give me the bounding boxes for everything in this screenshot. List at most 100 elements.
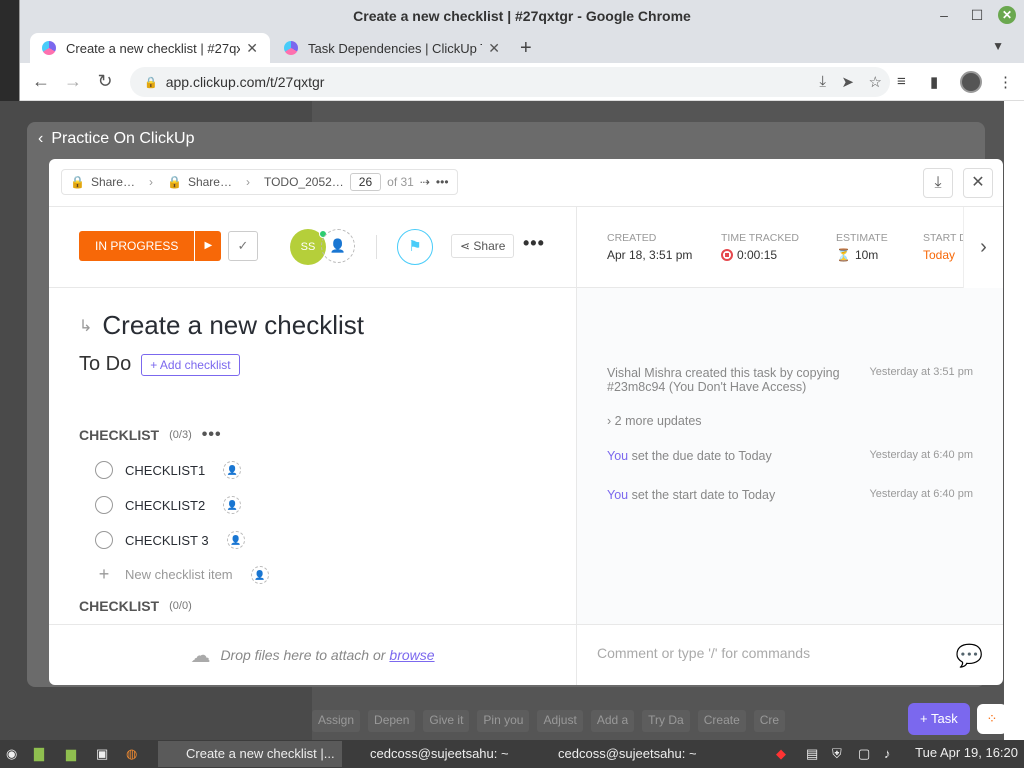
comment-placeholder[interactable]: Comment or type '/' for commands [597,645,810,661]
reload-icon[interactable]: ↻ [94,71,116,92]
breadcrumb-item[interactable]: TODO_2052… [264,175,344,189]
files-icon[interactable]: ▇ [34,743,44,765]
terminal-icon[interactable]: ▣ [96,743,108,765]
task-title[interactable]: ↳ Create a new checklist [79,310,364,341]
estimate-field[interactable]: ESTIMATE ⏳ 10m [836,232,888,262]
cloud-upload-icon: ☁ [190,644,211,667]
activity-user[interactable]: You [607,449,628,463]
add-assignee-icon[interactable]: 👤 [321,229,355,263]
assign-icon[interactable]: 👤 [223,461,242,479]
tray-item[interactable]: Add a [590,710,635,732]
new-checklist-item-input[interactable]: + New checklist item 👤 [95,564,269,585]
minimize-icon[interactable]: – [935,6,953,24]
assign-icon[interactable]: 👤 [226,531,245,549]
tray-item[interactable]: Give it [423,710,470,732]
send-icon[interactable]: ➤ [841,73,854,91]
tray-item[interactable]: Assign [312,710,361,732]
breadcrumb-item[interactable]: Share… [188,175,232,189]
checklist-item-label[interactable]: CHECKLIST1 [125,463,205,478]
taskbar-window-terminal[interactable]: cedcoss@sujeetsahu: ~ [342,741,526,767]
close-modal-icon[interactable]: ✕ [963,168,993,198]
shield-icon[interactable]: ⛨ [832,743,842,765]
add-checklist-button[interactable]: + Add checklist [141,353,240,376]
priority-flag-icon[interactable]: ⚑ [397,229,433,265]
task-tray: Assign Depen Give it Pin you Adjust Add … [312,710,786,732]
more-icon[interactable]: ••• [436,175,449,189]
task-settings-icon[interactable]: ••• [523,233,545,254]
minimize-task-icon[interactable]: ⤓ [923,168,953,198]
tab-create-checklist[interactable]: Create a new checklist | #27qxtgr ✕ [30,33,270,63]
time-tracked-field[interactable]: TIME TRACKED 0:00:15 [721,232,799,262]
checklist-item-label[interactable]: CHECKLIST 3 [125,533,209,548]
complete-checkmark-icon[interactable]: ✓ [228,231,258,261]
checklist-item[interactable]: CHECKLIST2 👤 [95,496,242,514]
activity-user[interactable]: You [607,488,628,502]
modal-back-link[interactable]: ‹ Practice On ClickUp [38,130,194,148]
tray-item[interactable]: Pin you [477,710,530,732]
folder-icon[interactable]: ▆ [66,743,76,765]
status-label[interactable]: IN PROGRESS [79,231,195,261]
checklist-title[interactable]: CHECKLIST [79,427,159,443]
clock[interactable]: Tue Apr 19, 16:20 [915,745,1018,760]
new-tab-icon[interactable]: + [520,37,532,60]
tab-close-icon[interactable]: ✕ [488,40,500,57]
address-bar[interactable]: 🔒 app.clickup.com/t/27qxtgr ⤓ ➤ ☆ [130,67,890,97]
media-icon[interactable]: ≡ [897,73,906,90]
display-icon[interactable]: ▢ [858,743,870,765]
maximize-icon[interactable]: ☐ [968,6,986,24]
tray-item[interactable]: Adjust [537,710,583,732]
tab-task-dependencies[interactable]: Task Dependencies | ClickUp Tasks ✕ [272,33,512,63]
assign-icon[interactable]: 👤 [250,565,269,584]
taskbar-window-terminal[interactable]: cedcoss@sujeetsahu: ~ [530,741,714,767]
checkbox[interactable] [95,461,113,479]
browse-link[interactable]: browse [389,647,434,663]
checklist-menu-icon[interactable]: ••• [202,426,222,444]
open-list-icon[interactable]: ⇢ [420,175,430,189]
tray-item[interactable]: Try Da [642,710,690,732]
tab-close-icon[interactable]: ✕ [246,40,258,57]
share-button[interactable]: ⋖ Share [451,234,515,258]
firefox-icon[interactable]: ◍ [126,743,137,765]
profile-avatar[interactable] [960,71,982,93]
clipboard-icon[interactable]: ▤ [806,743,818,765]
apps-grid-icon[interactable]: ⁘ [977,704,1007,734]
checklist-item-label[interactable]: CHECKLIST2 [125,498,205,513]
chevron-right-icon[interactable]: › [963,207,1003,288]
taskbar-window-chrome[interactable]: Create a new checklist |... [158,741,342,767]
stop-timer-icon[interactable] [721,249,733,261]
time-tracked-value: 0:00:15 [737,248,778,262]
tray-item[interactable]: Create [697,710,746,732]
anydesk-icon[interactable]: ◆ [776,743,786,765]
checkbox[interactable] [95,531,113,549]
next-status-icon[interactable]: ▶ [195,231,222,261]
comment-box[interactable]: Comment or type '/' for commands 💬 [576,624,1003,685]
forward-icon[interactable]: → [62,71,84,92]
new-task-button[interactable]: + Task [908,703,970,735]
bookmark-star-icon[interactable]: ☆ [869,73,882,91]
checklist-title[interactable]: CHECKLIST [79,598,159,614]
tray-item[interactable]: Depen [368,710,416,732]
status-selector[interactable]: IN PROGRESS ▶ [79,231,222,261]
menu-icon[interactable]: ⋮ [998,73,1013,91]
more-updates-toggle[interactable]: › 2 more updates [607,414,973,428]
tray-item[interactable]: Cre [753,710,786,732]
task-position-input[interactable]: 26 [349,173,382,191]
start-date-field[interactable]: START D Today [923,232,967,262]
install-icon[interactable]: ⤓ [819,73,826,90]
task-title-text[interactable]: Create a new checklist [102,310,364,341]
checkbox[interactable] [95,496,113,514]
attachment-dropzone[interactable]: ☁ Drop files here to attach or browse [49,624,576,685]
checklist-item[interactable]: CHECKLIST 3 👤 [95,531,245,549]
start-menu-icon[interactable]: ◉ [6,743,17,765]
side-panel-icon[interactable]: ▮ [930,73,938,91]
assign-icon[interactable]: 👤 [223,496,242,514]
back-icon[interactable]: ← [30,71,52,92]
modal-topbar: 🔒 Share… › 🔒 Share… › TODO_2052… 26 of 3… [49,159,1003,207]
new-item-placeholder[interactable]: New checklist item [125,567,233,582]
close-icon[interactable]: ✕ [998,6,1016,24]
more-updates-label[interactable]: 2 more updates [615,414,702,428]
tab-search-chevron-icon[interactable]: ▼ [992,39,1004,53]
checklist-item[interactable]: CHECKLIST1 👤 [95,461,242,479]
breadcrumb-item[interactable]: Share… [91,175,135,189]
volume-icon[interactable]: ♪ [884,743,891,765]
